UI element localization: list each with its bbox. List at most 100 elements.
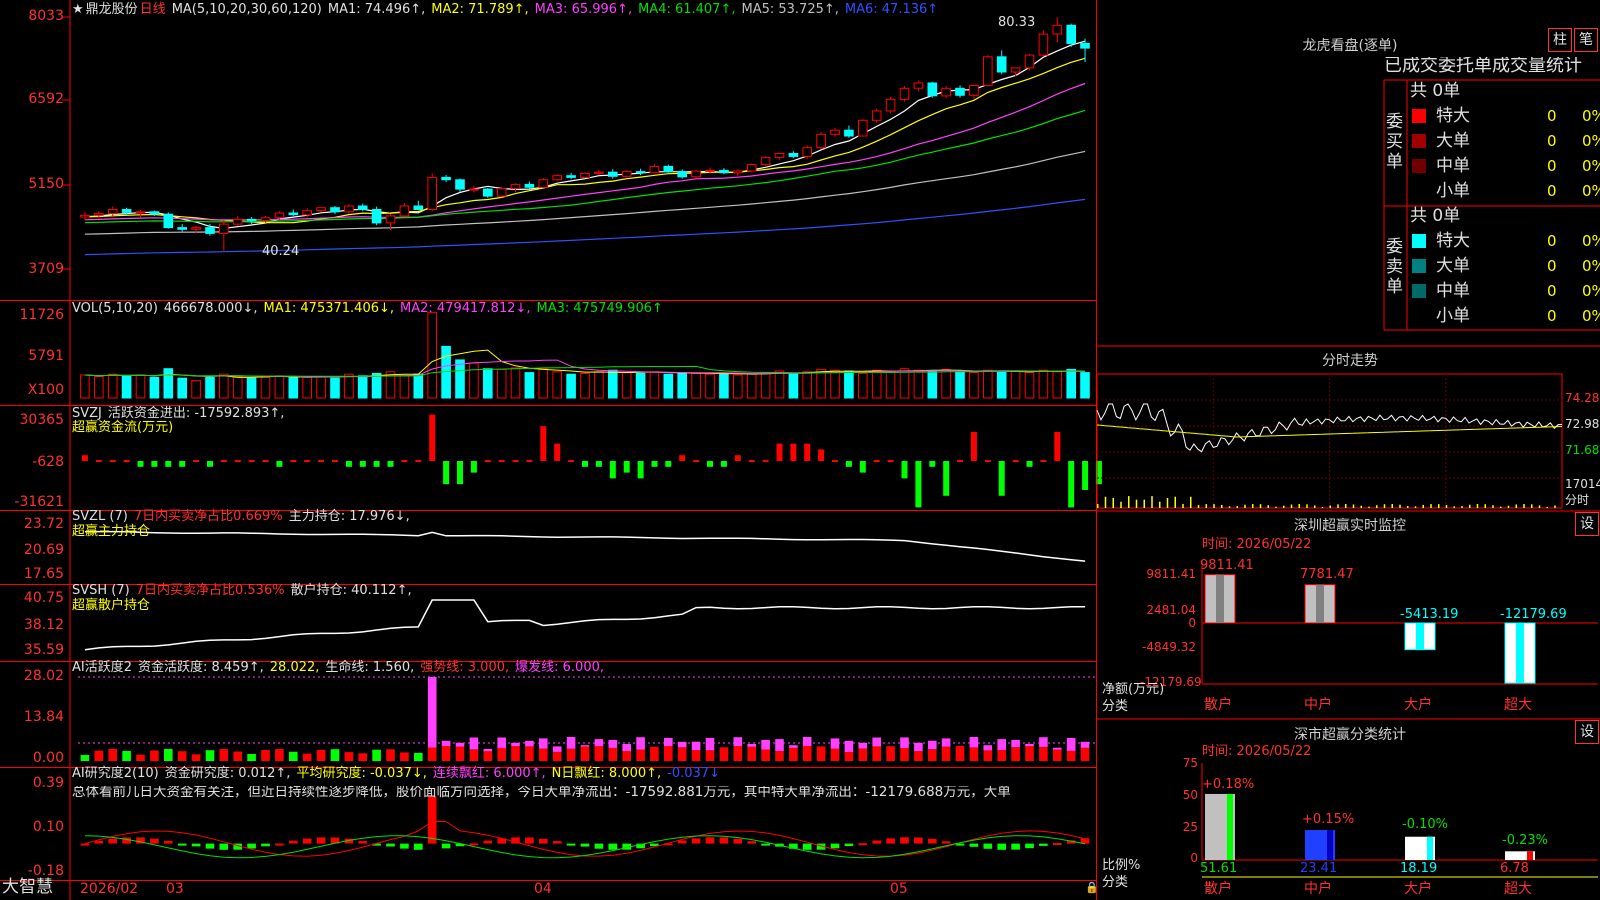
svzl-label: SVZL (7) bbox=[72, 509, 128, 524]
activity-top-bar bbox=[677, 741, 687, 748]
volume-bar bbox=[719, 372, 729, 399]
candle-body bbox=[371, 209, 382, 224]
activity-base-bar bbox=[441, 746, 451, 761]
money-flow-bar bbox=[595, 461, 602, 467]
research-bar bbox=[594, 843, 604, 849]
ai2-avg: 平均研究度: -0.037↓, bbox=[296, 766, 427, 781]
activity-base-bar bbox=[914, 751, 923, 761]
sz-settings-button[interactable]: 设 bbox=[1575, 512, 1599, 536]
fenshi-volume-bar bbox=[1414, 506, 1417, 508]
money-flow-bar bbox=[748, 460, 755, 462]
sc-settings-button[interactable]: 设 bbox=[1575, 720, 1599, 744]
research-bar bbox=[566, 843, 576, 846]
research-bar bbox=[719, 837, 729, 844]
research-bar bbox=[858, 843, 868, 846]
candle-body bbox=[107, 209, 118, 215]
order-row: 大单 0 0% bbox=[1412, 254, 1600, 278]
research-bar bbox=[761, 843, 770, 846]
candle-body bbox=[163, 213, 174, 229]
sc-unit-label: 比例% bbox=[1102, 858, 1141, 873]
order-count: 0 bbox=[1547, 157, 1557, 175]
volume-bar bbox=[913, 369, 924, 399]
candle-body bbox=[219, 223, 229, 234]
candle-body bbox=[80, 214, 90, 218]
tick-view-button[interactable]: 笔 bbox=[1574, 28, 1598, 52]
order-count: 0 bbox=[1547, 232, 1557, 250]
volume-bar bbox=[524, 372, 535, 399]
research-bar bbox=[94, 840, 104, 844]
ma1-value: MA1: 74.496↑, bbox=[327, 2, 426, 17]
volume-bar bbox=[663, 373, 674, 399]
activity-base-bar bbox=[886, 746, 895, 761]
activity-top-bar bbox=[1053, 747, 1062, 750]
candle-body bbox=[510, 183, 521, 189]
volume-bar bbox=[691, 372, 701, 399]
research-bar bbox=[580, 843, 590, 847]
volume-bar bbox=[899, 368, 910, 399]
brand-logo[interactable]: 大智慧 bbox=[2, 879, 53, 896]
fenshi-volume-bar bbox=[1500, 506, 1502, 508]
vol-ma3: MA3: 475749.906↑ bbox=[536, 301, 663, 316]
activity-base-bar bbox=[414, 752, 423, 761]
fenshi-volume-bar bbox=[1252, 504, 1254, 508]
bar-view-button[interactable]: 柱 bbox=[1548, 28, 1572, 52]
money-flow-bar bbox=[623, 461, 630, 473]
fenshi-volume-bar bbox=[1554, 505, 1556, 508]
activity-base-bar bbox=[900, 748, 909, 761]
activity-top-bar bbox=[664, 737, 673, 747]
candle-body bbox=[1052, 24, 1063, 35]
candle-body bbox=[788, 153, 799, 157]
candle-body bbox=[121, 209, 132, 213]
money-flow-bar bbox=[693, 460, 700, 462]
svzl-ratio: 7日内买卖净占比0.669% bbox=[133, 509, 283, 524]
fenshi-volume-bar bbox=[1531, 504, 1533, 508]
ma-line-ma1 bbox=[84, 40, 1086, 230]
svzj-subtitle: 超赢资金流(万元) bbox=[72, 420, 174, 435]
chart-canvas[interactable] bbox=[0, 0, 1600, 900]
volume-bar bbox=[705, 373, 715, 399]
order-stat-tabs[interactable]: 已成交委托单成交量统计 bbox=[1384, 57, 1600, 75]
candle-body bbox=[330, 207, 340, 213]
money-flow-bar bbox=[95, 460, 102, 462]
research-bar bbox=[983, 843, 993, 849]
fenshi-volume-bar bbox=[1523, 504, 1525, 508]
money-flow-bar bbox=[554, 443, 561, 461]
candle-body bbox=[441, 176, 451, 181]
money-flow-bar bbox=[679, 455, 686, 461]
candle-body bbox=[496, 188, 507, 197]
activity-base-bar bbox=[552, 751, 562, 761]
volume-bar bbox=[427, 311, 437, 399]
fenshi-volume-bar bbox=[1166, 497, 1169, 508]
fenshi-volume-bar bbox=[1112, 497, 1114, 508]
order-size-label: 大单 bbox=[1436, 131, 1470, 151]
research-bar bbox=[914, 837, 923, 844]
money-flow-bar bbox=[81, 455, 88, 461]
period-label[interactable]: 日线 bbox=[140, 2, 166, 17]
activity-base-bar bbox=[1080, 747, 1090, 761]
lock-icon[interactable]: 🔒 bbox=[1085, 882, 1099, 893]
money-flow-bar bbox=[179, 461, 186, 467]
research-bar bbox=[427, 796, 437, 844]
money-flow-bar bbox=[262, 460, 269, 462]
money-flow-bar bbox=[1012, 460, 1019, 462]
activity-base-bar bbox=[1066, 750, 1076, 761]
order-pct: 0% bbox=[1582, 132, 1600, 150]
vol-ma1: MA1: 475371.406↓, bbox=[263, 301, 395, 316]
activity-top-bar bbox=[858, 742, 868, 749]
ai1-axis-label: 13.84 bbox=[23, 709, 64, 725]
svzl-value: 主力持仓: 17.976↓, bbox=[288, 509, 410, 524]
volume-bar bbox=[246, 377, 257, 399]
research-line bbox=[84, 821, 1086, 857]
favorite-star-icon[interactable]: ★ bbox=[72, 2, 84, 17]
vol-axis-label: 11726 bbox=[19, 307, 64, 323]
research-bar bbox=[677, 840, 687, 844]
activity-base-bar bbox=[191, 754, 201, 761]
fenshi-volume-bar bbox=[1453, 506, 1455, 508]
research-bar bbox=[261, 843, 270, 847]
activity-base-bar bbox=[677, 747, 687, 761]
activity-top-bar bbox=[928, 740, 937, 750]
bar-value-label: 7781.47 bbox=[1300, 567, 1354, 582]
money-flow-bar bbox=[137, 461, 144, 467]
volume-bar bbox=[1080, 372, 1090, 399]
volume-bar bbox=[802, 371, 813, 399]
